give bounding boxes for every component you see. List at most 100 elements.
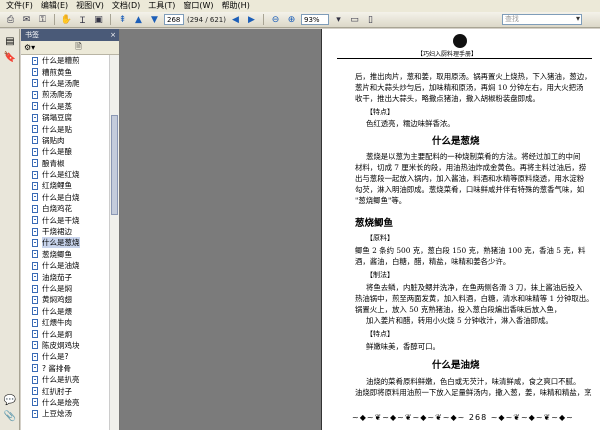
bookmarks-panel-header: 书签 × (21, 29, 119, 41)
bookmark-item[interactable]: 红烧鲤鱼 (21, 180, 110, 191)
security-icon[interactable]: ⚿ (36, 14, 49, 26)
bookmark-item[interactable]: 什么是油烧 (21, 260, 110, 271)
intro-line: 勾芡，淋入明油即成。葱烧菜肴，口味鲜咸并伴有特殊的葱香气味，如 (355, 185, 585, 194)
menu-help[interactable]: 帮助(H) (218, 0, 254, 12)
ingredients-label: 【原料】 (366, 234, 394, 242)
body-line: 葱片和大蒜头炒勻后，加味精和原汤，再焖 10 分钟左右，用大火把汤 (355, 83, 584, 92)
bookmark-item[interactable]: 什么是炯 (21, 328, 110, 339)
bookmark-item[interactable]: 什么是白烧 (21, 192, 110, 203)
bookmark-item[interactable]: 什么是扒亮 (21, 374, 110, 385)
bookmark-item[interactable]: 什么是煨 (21, 306, 110, 317)
bookmark-page-icon (32, 398, 38, 407)
bookmark-item[interactable]: 什么是焖 (21, 283, 110, 294)
zoom-out-icon[interactable]: ⊖ (269, 14, 282, 26)
bookmark-label: 陈皮炯鸡块 (42, 340, 80, 350)
bookmark-item[interactable]: ? 酱排骨 (21, 363, 110, 374)
fit-page-icon[interactable]: ▭ (348, 14, 361, 26)
bookmark-label: 红煨牛肉 (42, 318, 72, 328)
zoom-input[interactable] (301, 14, 329, 25)
bookmark-item[interactable]: 红煨牛肉 (21, 317, 110, 328)
previous-page-icon[interactable]: ▲ (132, 14, 145, 26)
bookmark-item[interactable]: 什么是贴 (21, 123, 110, 134)
method-line: 将鱼去鳞，内脏及鳃并洗净，在鱼两侧各滑 3 刀，抹上酱油后投入 (366, 283, 583, 292)
bookmark-item[interactable]: 什么是红烧 (21, 169, 110, 180)
search-input[interactable]: 查找 (502, 14, 582, 25)
bookmark-item[interactable]: 什么是? (21, 351, 110, 362)
bookmark-item[interactable]: 什么是烩亮 (21, 397, 110, 408)
bookmark-list: 什么是糟煎 糟煎黄鱼 什么是汤爬 煎汤爬汤 什么是蒸 锅塌豆腐 什么是贴 锅贴肉 什么是酿 酿青椒… (21, 55, 110, 430)
bookmark-label: ? 酱排骨 (42, 363, 71, 373)
bookmark-page-icon (32, 170, 38, 179)
bookmark-page-icon (32, 238, 38, 247)
bookmark-item[interactable]: 葱烧鲫鱼 (21, 249, 110, 260)
body-line: 收干，推出大蒜头，略撒点猪油，撒入胡椒粉装盘即成。 (355, 94, 540, 103)
bookmark-item[interactable]: 什么是糟煎 (21, 55, 110, 66)
method-line: 加入姜片和醋，转用小火烧 5 分钟收汁，淋入香油即成。 (366, 316, 553, 325)
next-view-icon[interactable]: ▶ (245, 14, 258, 26)
new-bookmark-icon[interactable]: 🗎 (75, 41, 81, 55)
section-title: 什么是葱烧 (432, 136, 480, 147)
comments-icon[interactable]: 💬 (4, 394, 16, 406)
document-page: 【巧妇入厨料理手册】 后，推出肉片，葱和姜，取用原汤。锅再置火上烧热，下入猪油，… (321, 29, 600, 430)
bookmark-label: 什么是贴 (42, 124, 72, 134)
bookmark-label: 油烧茄子 (42, 272, 72, 282)
bookmarks-panel-icon[interactable]: 🔖 (4, 51, 16, 63)
print-icon[interactable]: ⎙ (4, 14, 17, 26)
menu-window[interactable]: 窗口(W) (179, 0, 217, 12)
bookmark-item[interactable]: 什么是干烧 (21, 214, 110, 225)
scrollbar-thumb[interactable] (111, 115, 118, 215)
email-icon[interactable]: ✉ (20, 14, 33, 26)
snapshot-icon[interactable]: ▣ (92, 14, 105, 26)
bookmark-page-icon (32, 375, 38, 384)
bookmark-label: 煎汤爬汤 (42, 90, 72, 100)
bookmark-label: 什么是酿 (42, 147, 72, 157)
zoom-dropdown-icon[interactable]: ▾ (332, 14, 345, 26)
fit-width-icon[interactable]: ▯ (364, 14, 377, 26)
closing-line: 油烧即将原料用油煎一下放入足量鲜汤内，撒入葱，姜，味精和精盐，烹 (355, 388, 592, 397)
section-title: 什么是油烧 (432, 360, 480, 371)
bookmarks-toolbar: ⚙▾ 🗎 (21, 41, 119, 55)
menu-view[interactable]: 视图(V) (72, 0, 108, 12)
menu-edit[interactable]: 编辑(E) (37, 0, 72, 12)
menu-tools[interactable]: 工具(T) (144, 0, 179, 12)
menu-document[interactable]: 文档(D) (108, 0, 144, 12)
bookmark-item[interactable]: 陈皮炯鸡块 (21, 340, 110, 351)
first-page-icon[interactable]: ⇞ (116, 14, 129, 26)
feature-text: 鲜嫩味美，香醇可口。 (366, 342, 440, 351)
navigation-strip: ▤ 🔖 💬 📎 (0, 29, 20, 430)
bookmark-item[interactable]: 酿青椒 (21, 158, 110, 169)
bookmark-label: 什么是红烧 (42, 170, 80, 180)
bookmark-item[interactable]: 什么是酿 (21, 146, 110, 157)
bookmark-item[interactable]: 什么是葱烧 (21, 237, 110, 249)
bookmark-item[interactable]: 锅贴肉 (21, 135, 110, 146)
select-text-icon[interactable]: Ɪ (76, 14, 89, 26)
bookmark-item[interactable]: 什么是蒸 (21, 101, 110, 112)
bookmark-item[interactable]: 黄焖鸡翅 (21, 294, 110, 305)
bookmark-item[interactable]: 上豆烩汤 (21, 408, 110, 419)
intro-line: "葱烧鲫鱼"等。 (355, 196, 407, 205)
bookmark-label: 什么是糟煎 (42, 56, 80, 66)
next-page-icon[interactable]: ▼ (148, 14, 161, 26)
bookmark-item[interactable]: 糟煎黄鱼 (21, 66, 110, 77)
pages-panel-icon[interactable]: ▤ (4, 35, 16, 47)
attachments-icon[interactable]: 📎 (4, 410, 16, 422)
ingredients-line: 酒，酱油，白糖，醋，精盐，味精和姜各少许。 (355, 257, 511, 266)
bookmark-item[interactable]: 红扒肘子 (21, 385, 110, 396)
page-number-input[interactable] (164, 14, 184, 25)
bookmark-scrollbar[interactable] (109, 55, 119, 430)
previous-view-icon[interactable]: ◀ (229, 14, 242, 26)
bookmark-item[interactable]: 煎汤爬汤 (21, 89, 110, 100)
bookmark-item[interactable]: 干烧裙边 (21, 226, 110, 237)
menu-file[interactable]: 文件(F) (2, 0, 37, 12)
bookmarks-panel: 书签 × ⚙▾ 🗎 什么是糟煎 糟煎黄鱼 什么是汤爬 煎汤爬汤 什么是蒸 锅塌豆腐 什么是贴… (21, 29, 120, 430)
bookmark-item[interactable]: 什么是汤爬 (21, 78, 110, 89)
hand-tool-icon[interactable]: ✋ (60, 14, 73, 26)
bookmark-item[interactable]: 白烧鸡花 (21, 203, 110, 214)
bookmark-label: 什么是扒亮 (42, 375, 80, 385)
bookmark-item[interactable]: 油烧茄子 (21, 271, 110, 282)
options-icon[interactable]: ⚙▾ (24, 43, 35, 52)
close-icon[interactable]: × (110, 29, 116, 41)
zoom-in-icon[interactable]: ⊕ (285, 14, 298, 26)
bookmark-item[interactable]: 锅塌豆腐 (21, 112, 110, 123)
bookmark-page-icon (32, 284, 38, 293)
